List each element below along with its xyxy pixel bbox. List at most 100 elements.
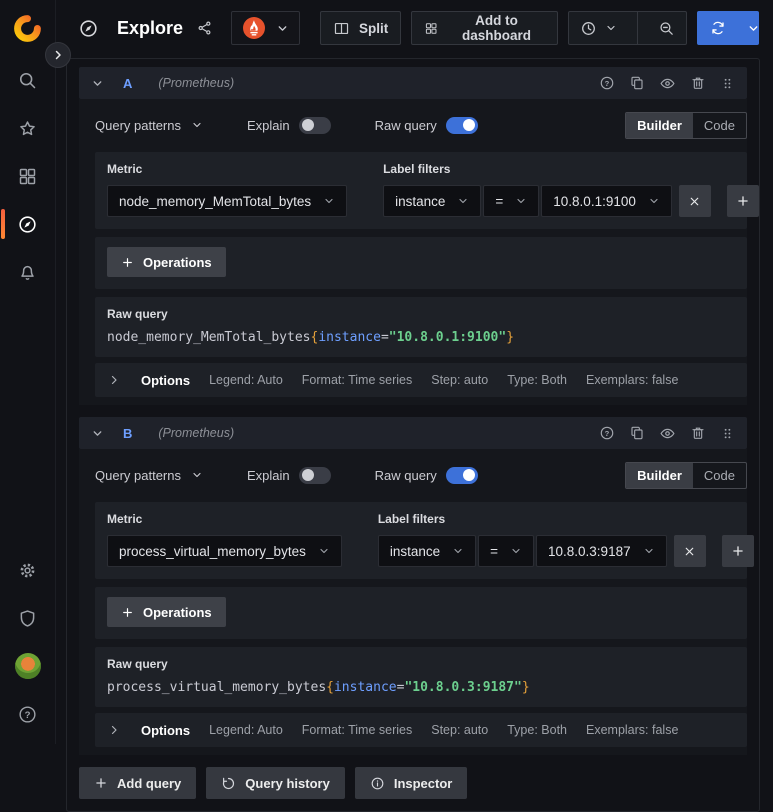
query-history-button[interactable]: Query history bbox=[206, 767, 345, 799]
chevron-down-icon bbox=[749, 25, 758, 31]
chevron-down-icon bbox=[325, 198, 333, 204]
filter-value-select[interactable]: 10.8.0.1:9100 bbox=[541, 185, 672, 217]
shield-icon bbox=[20, 609, 35, 627]
sidebar-item-help[interactable]: ? bbox=[0, 690, 56, 738]
duplicate-query-icon[interactable] bbox=[629, 425, 645, 441]
add-query-label: Add query bbox=[117, 775, 182, 791]
builder-mode-button[interactable]: Builder bbox=[626, 112, 693, 138]
metric-filters-card: Metric process_virtual_memory_bytes Labe… bbox=[95, 502, 754, 579]
history-icon bbox=[223, 777, 235, 789]
metric-field: Metric process_virtual_memory_bytes bbox=[107, 512, 342, 567]
explain-toggle[interactable] bbox=[298, 466, 331, 484]
split-button[interactable]: Split bbox=[320, 11, 402, 45]
zoom-out-button[interactable] bbox=[647, 12, 686, 44]
share-icon[interactable] bbox=[197, 20, 213, 36]
metric-field-label: Metric bbox=[107, 512, 143, 526]
add-operation-button[interactable]: Operations bbox=[107, 247, 226, 277]
drag-handle-icon[interactable] bbox=[720, 76, 735, 91]
query-help-icon[interactable]: ? bbox=[599, 75, 615, 91]
toggle-knob bbox=[462, 119, 475, 131]
filter-value-select[interactable]: 10.8.0.3:9187 bbox=[536, 535, 667, 567]
add-filter-button[interactable] bbox=[726, 185, 759, 217]
sidebar-item-profile[interactable] bbox=[0, 642, 56, 690]
add-query-button[interactable]: Add query bbox=[79, 767, 197, 799]
split-label: Split bbox=[359, 20, 389, 36]
query-options-row[interactable]: Options Legend: Auto Format: Time series… bbox=[95, 713, 747, 747]
sidebar-expand-button[interactable] bbox=[45, 42, 71, 68]
code-label-value: "10.8.0.1:9100" bbox=[388, 330, 507, 345]
inspector-button[interactable]: Inspector bbox=[354, 767, 468, 799]
add-to-dashboard-button[interactable]: Add to dashboard bbox=[411, 11, 559, 45]
filter-key-select[interactable]: instance bbox=[383, 185, 482, 217]
add-filter-button[interactable] bbox=[721, 535, 754, 567]
time-picker-button[interactable] bbox=[569, 12, 628, 44]
add-operation-button[interactable]: Operations bbox=[107, 597, 226, 627]
sidebar-item-explore[interactable] bbox=[0, 200, 56, 248]
filter-key-select[interactable]: instance bbox=[377, 535, 477, 567]
explore-content: A (Prometheus) ? Query patterns Explain … bbox=[56, 56, 773, 812]
raw-query-toggle[interactable] bbox=[445, 466, 478, 484]
options-title: Options bbox=[141, 722, 191, 738]
code-mode-button[interactable]: Code bbox=[693, 463, 746, 488]
query-header-actions: ? bbox=[599, 425, 735, 442]
code-label-value: "10.8.0.3:9187" bbox=[404, 680, 522, 695]
option-format: Format: Time series bbox=[301, 723, 413, 737]
remove-query-trash-icon[interactable] bbox=[690, 75, 706, 91]
button-divider bbox=[637, 12, 639, 44]
raw-query-toggle-group: Raw query bbox=[375, 116, 478, 134]
sidebar-item-alerting[interactable] bbox=[0, 248, 56, 296]
duplicate-query-icon[interactable] bbox=[629, 75, 645, 91]
hide-response-eye-icon[interactable] bbox=[659, 75, 676, 92]
explain-toggle[interactable] bbox=[298, 116, 331, 134]
chevron-down-icon bbox=[607, 25, 615, 31]
filter-operator-select[interactable]: = bbox=[483, 185, 540, 217]
builder-mode-button[interactable]: Builder bbox=[626, 462, 693, 488]
remove-query-trash-icon[interactable] bbox=[690, 425, 706, 441]
query-help-icon[interactable]: ? bbox=[599, 425, 615, 441]
sidebar-item-dashboards[interactable] bbox=[0, 152, 56, 200]
run-interval-dropdown[interactable] bbox=[739, 11, 759, 45]
query-patterns-dropdown[interactable]: Query patterns bbox=[95, 118, 203, 133]
plus-icon bbox=[123, 607, 132, 617]
metric-select[interactable]: node_memory_MemTotal_bytes bbox=[107, 185, 348, 217]
code-mode-button[interactable]: Code bbox=[693, 113, 746, 138]
query-ref-id: B bbox=[123, 425, 133, 441]
datasource-picker[interactable] bbox=[231, 11, 301, 45]
query-row-header[interactable]: A (Prometheus) ? bbox=[79, 67, 747, 99]
filter-key-value: instance bbox=[395, 193, 446, 209]
raw-query-toggle[interactable] bbox=[445, 116, 478, 134]
page-title: Explore bbox=[117, 17, 184, 38]
time-controls-group bbox=[568, 11, 688, 45]
metric-select[interactable]: process_virtual_memory_bytes bbox=[107, 535, 342, 567]
chevron-right-icon bbox=[111, 375, 117, 385]
grafana-flame-icon bbox=[14, 14, 41, 42]
sidebar-item-admin[interactable] bbox=[0, 594, 56, 642]
query-row-header[interactable]: B (Prometheus) ? bbox=[79, 417, 747, 449]
operations-label: Operations bbox=[143, 604, 212, 620]
plus-icon bbox=[123, 257, 132, 267]
sidebar-bottom-group: ? bbox=[0, 546, 56, 744]
hide-response-eye-icon[interactable] bbox=[659, 425, 676, 442]
user-avatar bbox=[14, 653, 41, 679]
info-circle-icon bbox=[371, 777, 384, 789]
drag-handle-icon[interactable] bbox=[720, 426, 735, 441]
query-datasource-label: (Prometheus) bbox=[158, 76, 235, 90]
chevron-down-icon bbox=[512, 548, 520, 554]
remove-filter-button[interactable] bbox=[678, 185, 711, 217]
sidebar-item-starred[interactable] bbox=[0, 104, 56, 152]
chevron-down-icon bbox=[93, 80, 102, 86]
filter-value: 10.8.0.3:9187 bbox=[548, 543, 631, 559]
metric-value: process_virtual_memory_bytes bbox=[119, 543, 306, 559]
metric-field: Metric node_memory_MemTotal_bytes bbox=[107, 162, 348, 217]
filter-operator-select[interactable]: = bbox=[478, 535, 535, 567]
operations-label: Operations bbox=[143, 254, 212, 270]
query-patterns-label: Query patterns bbox=[95, 117, 181, 133]
explain-label: Explain bbox=[247, 467, 290, 483]
sidebar-item-settings[interactable] bbox=[0, 546, 56, 594]
query-options-row[interactable]: Options Legend: Auto Format: Time series… bbox=[95, 363, 747, 397]
remove-filter-button[interactable] bbox=[673, 535, 706, 567]
query-editor-toolbar: Query patterns Explain Raw query Builder… bbox=[95, 106, 747, 144]
raw-query-code: process_virtual_memory_bytes{instance="1… bbox=[107, 680, 735, 695]
run-query-button[interactable] bbox=[697, 11, 739, 45]
query-patterns-dropdown[interactable]: Query patterns bbox=[95, 468, 203, 483]
